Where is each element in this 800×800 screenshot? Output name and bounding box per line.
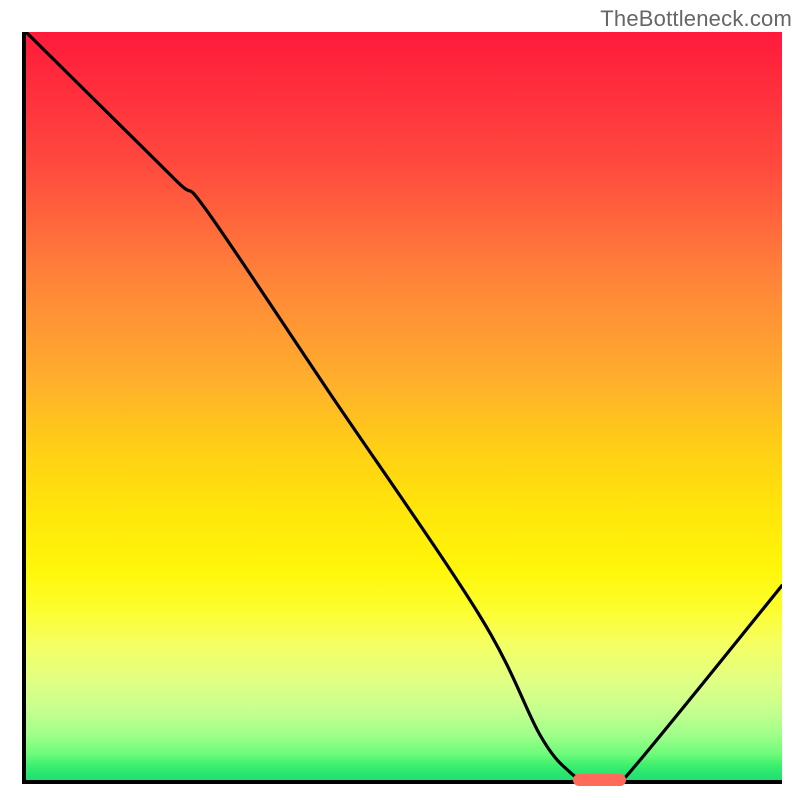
optimum-marker (573, 774, 626, 786)
watermark: TheBottleneck.com (600, 6, 792, 32)
chart-stage: TheBottleneck.com (0, 0, 800, 800)
plot-area (22, 32, 782, 784)
background-gradient (26, 32, 782, 780)
